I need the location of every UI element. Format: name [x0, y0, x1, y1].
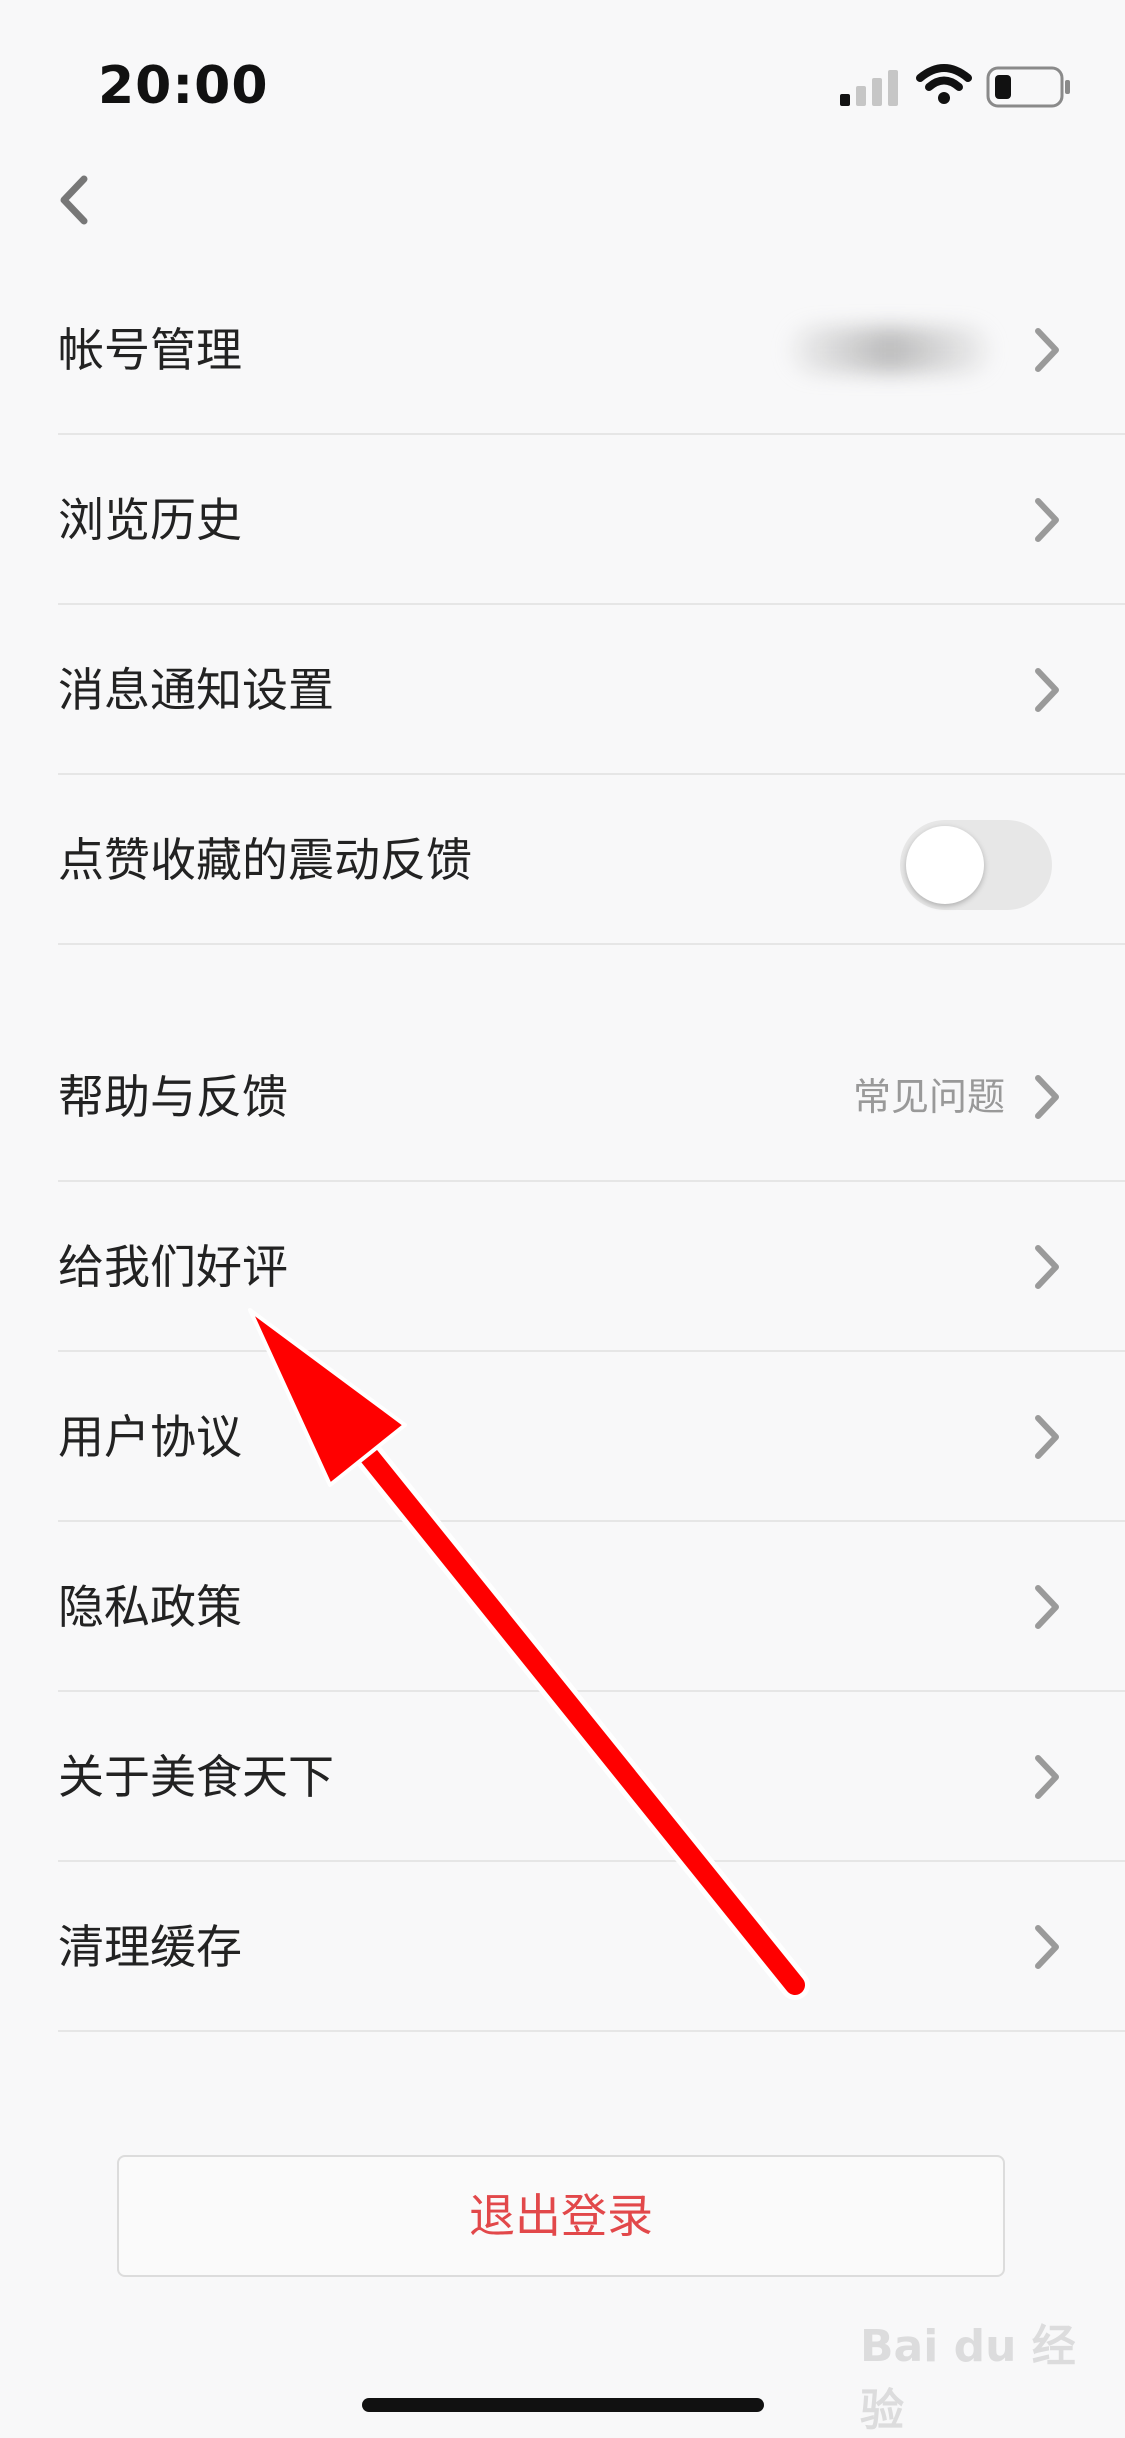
- battery-icon: [986, 66, 1070, 108]
- setting-agreement[interactable]: 用户协议: [0, 1352, 1125, 1522]
- chevron-right-icon: [1035, 1585, 1059, 1629]
- setting-rate-label: 给我们好评: [58, 1240, 288, 1294]
- setting-rate[interactable]: 给我们好评: [0, 1182, 1125, 1352]
- back-icon[interactable]: [48, 165, 108, 235]
- chevron-right-icon: [1035, 498, 1059, 542]
- setting-cache[interactable]: 清理缓存: [0, 1862, 1125, 2032]
- logout-button[interactable]: 退出登录: [117, 2155, 1005, 2277]
- setting-about[interactable]: 关于美食天下: [0, 1692, 1125, 1862]
- home-indicator[interactable]: [362, 2398, 764, 2412]
- setting-history[interactable]: 浏览历史: [0, 435, 1125, 605]
- chevron-right-icon: [1035, 1245, 1059, 1289]
- chevron-right-icon: [1035, 1075, 1059, 1119]
- chevron-right-icon: [1035, 668, 1059, 712]
- account-value-blurred: [790, 327, 990, 373]
- setting-history-label: 浏览历史: [58, 493, 242, 547]
- setting-notifications[interactable]: 消息通知设置: [0, 605, 1125, 775]
- vibration-toggle[interactable]: [900, 820, 1052, 910]
- setting-account-label: 帐号管理: [58, 323, 242, 377]
- status-bar: 20:00: [0, 0, 1125, 140]
- setting-about-label: 关于美食天下: [58, 1750, 334, 1804]
- setting-help[interactable]: 帮助与反馈 常见问题: [0, 1012, 1125, 1182]
- chevron-right-icon: [1035, 1925, 1059, 1969]
- status-time: 20:00: [98, 56, 269, 116]
- setting-vibration-label: 点赞收藏的震动反馈: [58, 833, 472, 887]
- setting-agreement-label: 用户协议: [58, 1410, 242, 1464]
- wifi-icon: [916, 64, 972, 104]
- chevron-right-icon: [1035, 1415, 1059, 1459]
- setting-vibration: 点赞收藏的震动反馈: [0, 775, 1125, 945]
- cellular-signal-icon: [840, 70, 898, 106]
- setting-help-value: 常见问题: [852, 1075, 1005, 1119]
- watermark-text: Bai du 经验: [860, 2321, 1076, 2436]
- setting-notifications-label: 消息通知设置: [58, 663, 334, 717]
- chevron-right-icon: [1035, 1755, 1059, 1799]
- setting-privacy[interactable]: 隐私政策: [0, 1522, 1125, 1692]
- setting-privacy-label: 隐私政策: [58, 1580, 242, 1634]
- setting-account[interactable]: 帐号管理: [0, 265, 1125, 435]
- divider: [58, 943, 1125, 945]
- chevron-right-icon: [1035, 328, 1059, 372]
- toggle-knob: [906, 826, 984, 904]
- setting-help-label: 帮助与反馈: [58, 1070, 288, 1124]
- baidu-watermark: Bai du 经验: [860, 2310, 1110, 2436]
- divider: [58, 2030, 1125, 2032]
- setting-cache-label: 清理缓存: [58, 1920, 242, 1974]
